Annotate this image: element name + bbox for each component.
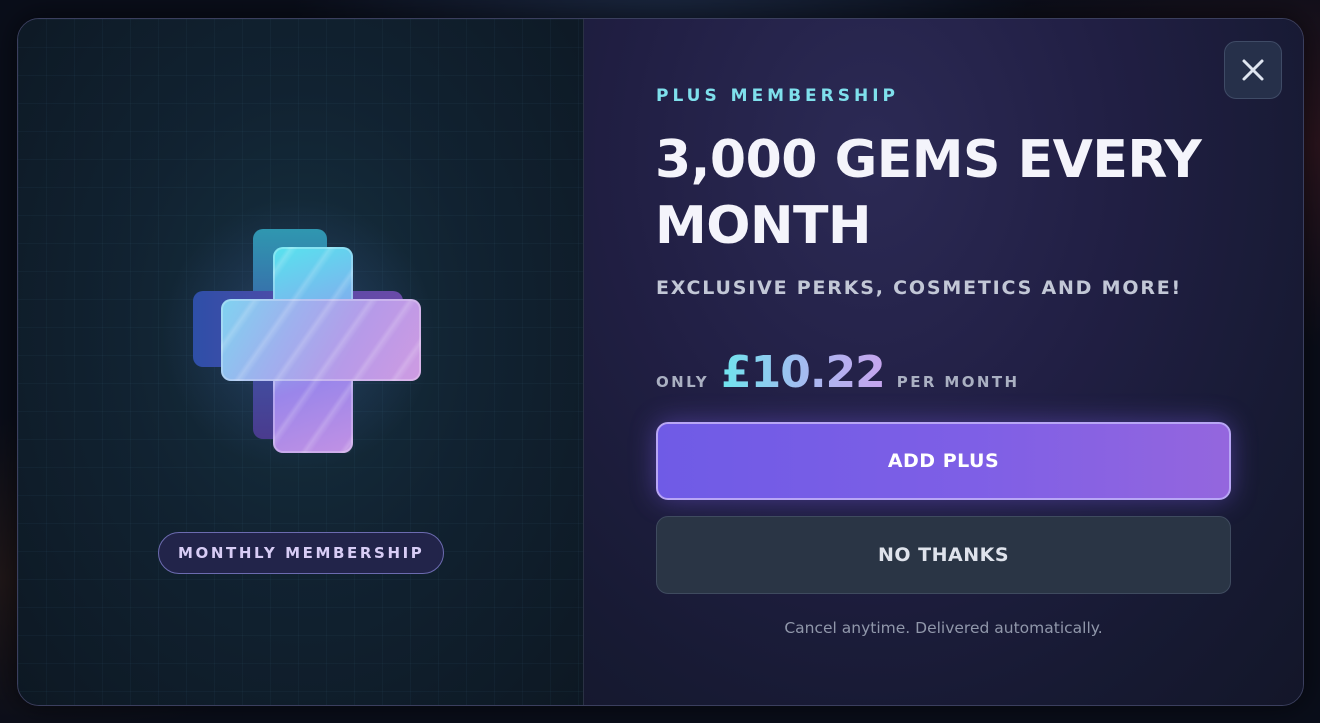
offer-headline: 3,000 GEMS EVERY MONTH [655,130,1202,256]
price-prefix: ONLY [656,373,709,391]
plus-gem-icon [161,197,436,472]
cancel-footnote: Cancel anytime. Delivered automatically. [784,619,1103,637]
close-icon [1242,59,1264,81]
membership-eyebrow: PLUS MEMBERSHIP [656,86,900,106]
price-row: ONLY £10.22 PER MONTH [656,347,1019,398]
no-thanks-button[interactable]: NO THANKS [656,516,1231,594]
close-button[interactable] [1224,41,1282,99]
price-amount: £10.22 [721,347,886,398]
membership-modal: MONTHLY MEMBERSHIP PLUS MEMBERSHIP 3,000… [17,18,1304,706]
offer-subheadline: EXCLUSIVE PERKS, COSMETICS AND MORE! [656,277,1182,299]
add-plus-button[interactable]: ADD PLUS [656,422,1231,500]
monthly-membership-badge: MONTHLY MEMBERSHIP [158,532,445,574]
price-suffix: PER MONTH [896,373,1020,391]
modal-right-panel: PLUS MEMBERSHIP 3,000 GEMS EVERY MONTH E… [584,19,1303,705]
modal-left-panel: MONTHLY MEMBERSHIP [18,19,584,705]
